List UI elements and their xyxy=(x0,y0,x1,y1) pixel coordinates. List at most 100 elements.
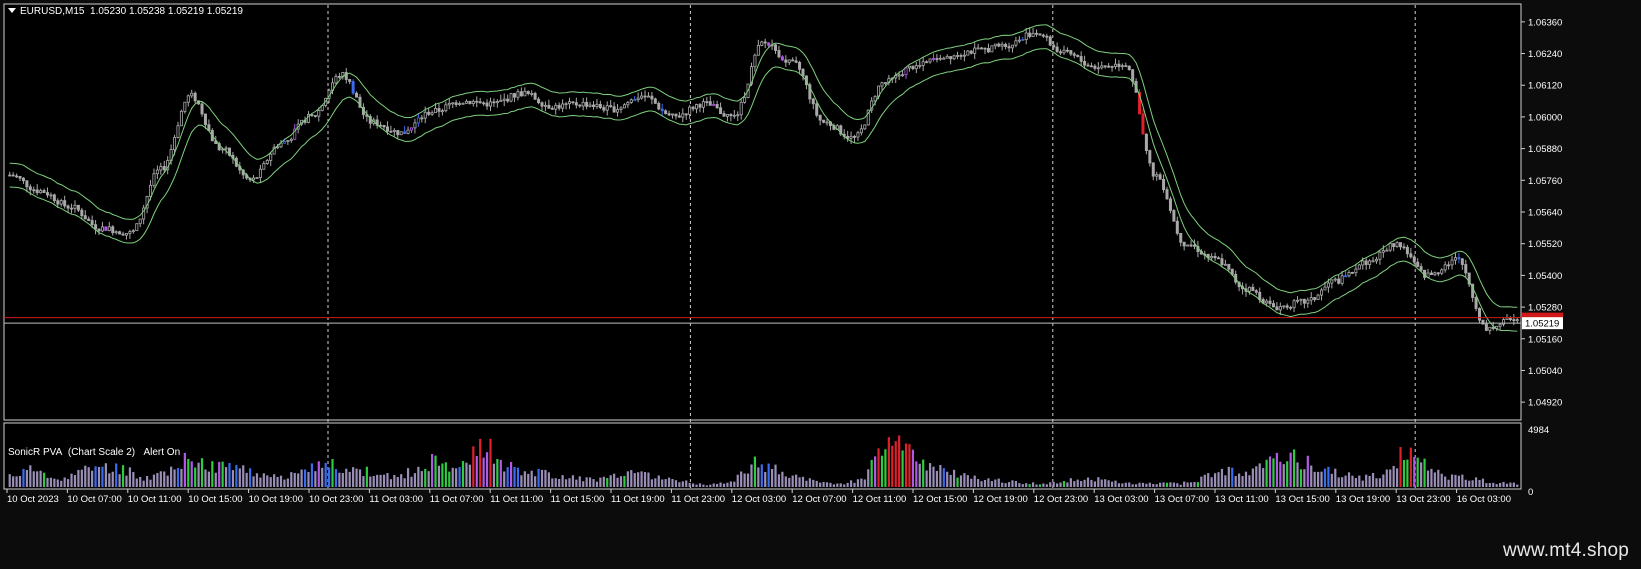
volume-bar xyxy=(1124,482,1127,487)
volume-bar xyxy=(77,469,80,487)
volume-bar xyxy=(355,468,358,487)
candle-body xyxy=(1374,258,1378,262)
candle-body xyxy=(124,233,128,236)
chart-canvas[interactable]: 1.06360 1.06240 1.06120 1.06000 1.05880 1.057… xyxy=(0,0,1641,569)
candle-body xyxy=(73,204,77,209)
candle-body xyxy=(1086,64,1090,67)
candle-body xyxy=(286,140,290,142)
candle-body xyxy=(464,100,468,104)
volume-bar xyxy=(1474,477,1478,487)
volume-bar xyxy=(970,478,973,487)
volume-bar xyxy=(664,479,667,487)
volume-bar xyxy=(520,475,523,487)
candle-body xyxy=(1453,257,1457,261)
candle-body xyxy=(691,106,695,110)
volume-bar xyxy=(1179,484,1182,487)
candle-body xyxy=(626,102,630,106)
candle-body xyxy=(616,109,620,113)
candle-body xyxy=(650,95,654,100)
volume-bar xyxy=(372,475,375,487)
volume-bar xyxy=(1004,483,1007,487)
candle-body xyxy=(506,98,510,102)
current-price-label: 1.05219 xyxy=(1525,319,1559,330)
volume-bar xyxy=(1392,465,1395,487)
candle-body xyxy=(430,112,434,115)
volume-bar xyxy=(1488,483,1491,487)
volume-bar xyxy=(1313,471,1316,487)
candle-body xyxy=(592,104,596,108)
volume-bar xyxy=(1011,480,1014,487)
candle-body xyxy=(904,67,908,76)
volume-bar xyxy=(12,476,15,487)
candle-body xyxy=(121,233,125,236)
chart-window[interactable]: 1.06360 1.06240 1.06120 1.06000 1.05880 1.057… xyxy=(0,0,1641,569)
volume-bar xyxy=(111,471,114,487)
candle-body xyxy=(334,75,338,84)
candle-body xyxy=(382,125,386,128)
candle-body xyxy=(1388,243,1392,251)
volume-bar xyxy=(170,466,173,487)
volume-bar xyxy=(726,482,729,487)
volume-bar xyxy=(973,475,976,487)
volume-bar xyxy=(1437,469,1440,487)
volume-bar xyxy=(1052,481,1055,487)
candle-body xyxy=(176,125,180,138)
volume-bar xyxy=(606,478,609,487)
volume-bar xyxy=(530,470,533,487)
volume-bar xyxy=(616,477,619,487)
volume-bar xyxy=(1426,470,1430,487)
volume-bar xyxy=(1365,474,1368,487)
candle-body xyxy=(1076,54,1080,57)
volume-bar xyxy=(1021,484,1024,487)
candle-body xyxy=(801,68,805,77)
candle-body xyxy=(1271,303,1275,308)
candle-body xyxy=(1041,34,1045,37)
volume-bar xyxy=(637,472,640,487)
volume-bar xyxy=(1042,483,1045,487)
volume-bar xyxy=(856,479,860,487)
volume-bar xyxy=(1189,482,1193,487)
candle-body xyxy=(1258,291,1262,300)
volume-bar xyxy=(324,462,327,487)
volume-bar xyxy=(626,471,629,487)
candle-body xyxy=(715,104,719,109)
volume-bar xyxy=(849,480,853,487)
volume-bar xyxy=(434,455,437,487)
candle-body xyxy=(1347,271,1351,277)
volume-bar xyxy=(698,483,702,487)
candle-body xyxy=(557,104,561,109)
volume-bar xyxy=(70,473,73,487)
candle-body xyxy=(1399,242,1403,248)
candle-body xyxy=(1296,299,1300,302)
dropdown-triangle-icon[interactable] xyxy=(8,7,16,13)
candle-body xyxy=(643,95,647,98)
volume-bar xyxy=(94,466,97,487)
volume-bar xyxy=(393,474,396,487)
time-tick-label: 10 Oct 19:00 xyxy=(249,494,303,505)
candle-body xyxy=(59,200,63,205)
volume-bar xyxy=(1420,462,1423,487)
volume-bar xyxy=(1193,481,1196,487)
candle-body xyxy=(444,104,448,112)
candle-body xyxy=(605,105,609,111)
candle-body xyxy=(1405,246,1409,255)
candle-body xyxy=(825,121,829,124)
volume-bar xyxy=(194,467,197,487)
candle-body xyxy=(1131,69,1135,82)
candle-body xyxy=(1292,300,1296,309)
candle-body xyxy=(925,61,929,64)
price-tick-label: 1.06240 xyxy=(1528,49,1562,60)
volume-bar xyxy=(764,471,767,487)
candle-body xyxy=(798,61,802,70)
candle-body xyxy=(348,79,352,82)
candle-body xyxy=(585,101,589,107)
volume-bar xyxy=(997,478,1000,487)
volume-bar xyxy=(142,480,145,487)
volume-bar xyxy=(1114,480,1117,487)
candle-body xyxy=(1223,263,1227,266)
volume-bar xyxy=(125,475,128,487)
volume-bar xyxy=(238,468,241,487)
volume-bar xyxy=(482,457,485,487)
volume-bar xyxy=(1117,483,1121,487)
volume-bar xyxy=(795,474,798,487)
